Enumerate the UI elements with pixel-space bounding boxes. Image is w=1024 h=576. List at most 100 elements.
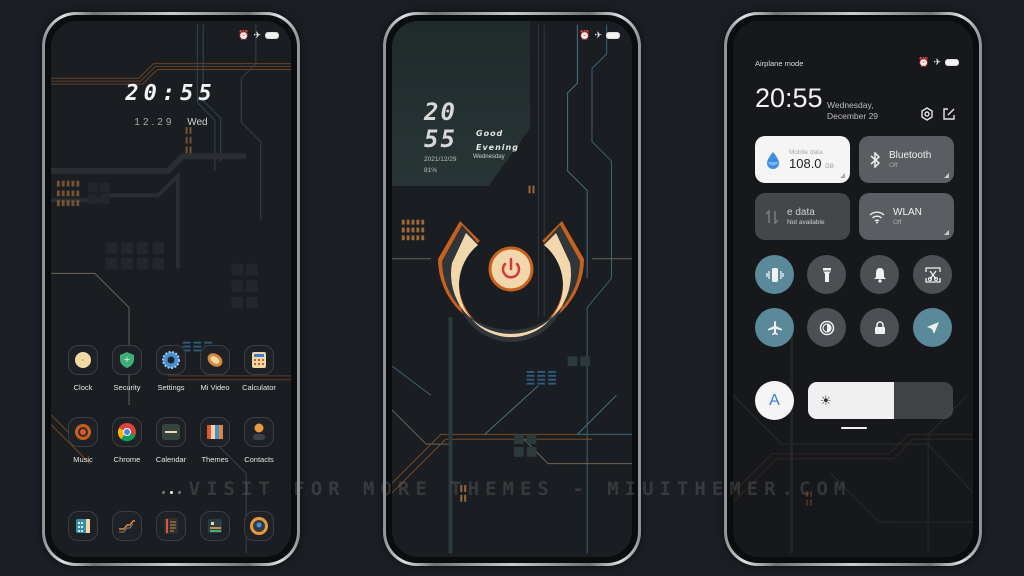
toggle-airplane[interactable]	[755, 308, 794, 347]
wifi-icon	[869, 210, 885, 223]
app-row-2: Music Chrome Calendar Themes Contacts	[61, 417, 281, 464]
app-label: Settings	[157, 383, 185, 392]
airplane-icon	[767, 320, 782, 335]
clock-widget-time[interactable]: 20:55	[51, 81, 291, 106]
bell-icon	[873, 267, 886, 283]
airplane-icon: ✈	[933, 57, 941, 67]
camera-icon	[244, 511, 274, 541]
lock-icon	[874, 320, 885, 334]
tile-wlan[interactable]: WLAN Off	[859, 193, 954, 240]
app-chrome[interactable]: Chrome	[105, 417, 149, 464]
status-bar: ⏰ ✈	[918, 57, 959, 68]
unlock-ring[interactable]	[430, 211, 592, 361]
app-label: Music	[73, 455, 93, 464]
toggle-reading-mode[interactable]	[807, 308, 846, 347]
sun-icon: ☀	[820, 393, 832, 408]
greeting: Good Evening	[476, 127, 519, 155]
clock-icon	[68, 345, 98, 375]
app-row-1: Clock Security Settings Mi Video Calcula…	[61, 345, 281, 392]
airplane-mode-label: Airplane mode	[755, 59, 804, 68]
phone-bezel: ⏰ ✈ 20:55 12.29 Wed Clock Security Setti…	[45, 15, 297, 563]
airplane-icon: ✈	[253, 30, 261, 40]
tile-status: Off	[893, 219, 902, 226]
alarm-icon: ⏰	[579, 30, 591, 40]
phone-control-center: Airplane mode ⏰ ✈ 20:55 Wednesday, Decem…	[724, 12, 982, 566]
toggle-screenshot[interactable]	[913, 255, 952, 294]
weekday-text: Wednesday	[473, 154, 505, 160]
tile-mobile-data[interactable]: Mobile data 108.0 GB	[755, 136, 850, 183]
tile-status: Off	[889, 162, 898, 169]
app-calendar[interactable]: Calendar	[149, 417, 193, 464]
phone-keypad-icon	[68, 511, 98, 541]
expand-corner	[944, 173, 949, 178]
cc-date: Wednesday, December 29	[827, 100, 878, 122]
toggle-vibrate[interactable]	[755, 255, 794, 294]
cc-date-line2: December 29	[827, 111, 879, 121]
shield-icon	[112, 345, 142, 375]
water-drop-icon	[767, 151, 779, 169]
tile-title: Mobile data	[789, 149, 823, 156]
page-dot[interactable]	[161, 491, 165, 494]
app-security[interactable]: Security	[105, 345, 149, 392]
dock-camera[interactable]	[237, 511, 281, 541]
location-arrow-icon	[926, 321, 939, 334]
data-transfer-icon	[765, 208, 779, 225]
notes-icon	[156, 511, 186, 541]
page-dot[interactable]	[177, 491, 181, 494]
toggle-flashlight[interactable]	[807, 255, 846, 294]
clock-widget-date: 12.29 Wed	[51, 117, 291, 128]
toggle-location[interactable]	[913, 308, 952, 347]
app-music[interactable]: Music	[61, 417, 105, 464]
tile-status: Not available	[787, 219, 825, 226]
edit-icon[interactable]	[942, 107, 956, 121]
tile-text: Mobile data 108.0 GB	[789, 148, 834, 171]
data-usage-unit: GB	[825, 164, 834, 170]
page-indicator[interactable]	[51, 491, 291, 494]
tile-data-transfer[interactable]: e data Not available	[755, 193, 850, 240]
dock-notes[interactable]	[149, 511, 193, 541]
dock-phone[interactable]	[61, 511, 105, 541]
data-usage-value: 108.0	[789, 156, 822, 171]
date-text: 2021/12/29	[424, 156, 457, 163]
messages-icon	[112, 511, 142, 541]
tile-text: WLAN Off	[893, 207, 922, 226]
battery-icon	[945, 59, 959, 66]
music-icon	[68, 417, 98, 447]
app-calculator[interactable]: Calculator	[237, 345, 281, 392]
page-dot-active[interactable]	[169, 491, 173, 494]
expand-corner	[944, 230, 949, 235]
home-indicator[interactable]	[841, 427, 867, 429]
tile-value: 108.0 GB	[789, 156, 834, 171]
app-clock[interactable]: Clock	[61, 345, 105, 392]
app-label: Calculator	[242, 383, 276, 392]
app-settings[interactable]: Settings	[149, 345, 193, 392]
settings-gear-icon[interactable]	[920, 107, 934, 121]
airplane-icon: ✈	[594, 30, 602, 40]
brightness-slider[interactable]: ☀	[808, 382, 953, 419]
contacts-icon	[244, 417, 274, 447]
battery-percent: 81%	[424, 167, 438, 174]
video-icon	[200, 345, 230, 375]
control-center-screen: Airplane mode ⏰ ✈ 20:55 Wednesday, Decem…	[733, 21, 973, 557]
app-contacts[interactable]: Contacts	[237, 417, 281, 464]
toggle-lock-screen[interactable]	[860, 308, 899, 347]
date-text: 12.29	[134, 117, 175, 128]
app-themes[interactable]: Themes	[193, 417, 237, 464]
app-label: Clock	[73, 383, 93, 392]
phone-home-screen: ⏰ ✈ 20:55 12.29 Wed Clock Security Setti…	[42, 12, 300, 566]
dock	[61, 511, 281, 541]
app-mi-video[interactable]: Mi Video	[193, 345, 237, 392]
auto-brightness-button[interactable]: A	[755, 381, 794, 420]
status-bar: ⏰ ✈	[238, 30, 279, 41]
tile-title: WLAN	[893, 207, 922, 218]
alarm-icon: ⏰	[918, 57, 930, 67]
cc-date-line1: Wednesday,	[827, 100, 874, 110]
flashlight-icon	[822, 267, 831, 282]
toggle-mute[interactable]	[860, 255, 899, 294]
dock-messages[interactable]	[105, 511, 149, 541]
phone-bezel: Airplane mode ⏰ ✈ 20:55 Wednesday, Decem…	[727, 15, 979, 563]
dock-gallery[interactable]	[193, 511, 237, 541]
tile-bluetooth[interactable]: Bluetooth Off	[859, 136, 954, 183]
battery-icon	[265, 32, 279, 39]
lock-clock: 20 55	[424, 99, 457, 153]
